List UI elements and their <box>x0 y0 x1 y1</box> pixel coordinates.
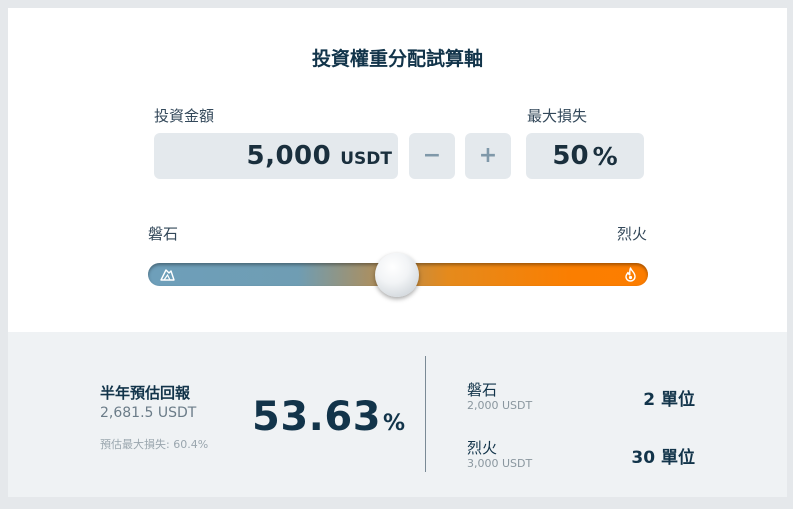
return-usdt: 2,681.5 USDT <box>100 405 197 421</box>
calculator-card: 投資權重分配試算軸 投資金額 最大損失 5,000 USDT − + 50 % … <box>8 8 787 497</box>
return-percent: 53.63% <box>252 394 405 440</box>
investment-amount-unit: USDT <box>340 149 392 169</box>
allocation-units: 2 單位 <box>643 390 695 410</box>
max-loss-label: 最大損失 <box>527 107 588 125</box>
allocation-name: 磐石 <box>467 381 498 399</box>
plus-icon: + <box>478 143 498 168</box>
fire-icon <box>625 267 636 282</box>
max-loss-unit: % <box>592 141 618 171</box>
result-panel: 半年預估回報 2,681.5 USDT 預估最大損失: 60.4% 53.63%… <box>8 332 787 497</box>
max-loss-value: 50 <box>552 141 589 171</box>
decrease-amount-button[interactable]: − <box>409 133 455 179</box>
page-title: 投資權重分配試算軸 <box>311 48 483 70</box>
allocation-amount: 2,000 USDT <box>467 399 533 412</box>
estimated-max-loss: 預估最大損失: 60.4% <box>100 438 209 451</box>
return-percent-unit: % <box>383 411 406 436</box>
minus-icon: − <box>422 143 442 168</box>
investment-amount-label: 投資金額 <box>154 107 215 125</box>
investment-amount-field[interactable]: 5,000 USDT <box>154 133 398 179</box>
result-divider <box>425 356 426 472</box>
investment-amount-value: 5,000 <box>246 141 332 171</box>
allocation-amount: 3,000 USDT <box>467 457 533 470</box>
risk-slider-thumb[interactable] <box>375 253 419 297</box>
return-title: 半年預估回報 <box>100 384 191 402</box>
rock-icon <box>160 269 175 281</box>
allocation-name: 烈火 <box>467 439 498 457</box>
slider-right-label: 烈火 <box>616 225 647 243</box>
return-percent-value: 53.63 <box>252 394 382 440</box>
max-loss-field[interactable]: 50 % <box>526 133 644 179</box>
allocation-units: 30 單位 <box>631 448 695 468</box>
increase-amount-button[interactable]: + <box>465 133 511 179</box>
slider-left-label: 磐石 <box>148 225 179 243</box>
